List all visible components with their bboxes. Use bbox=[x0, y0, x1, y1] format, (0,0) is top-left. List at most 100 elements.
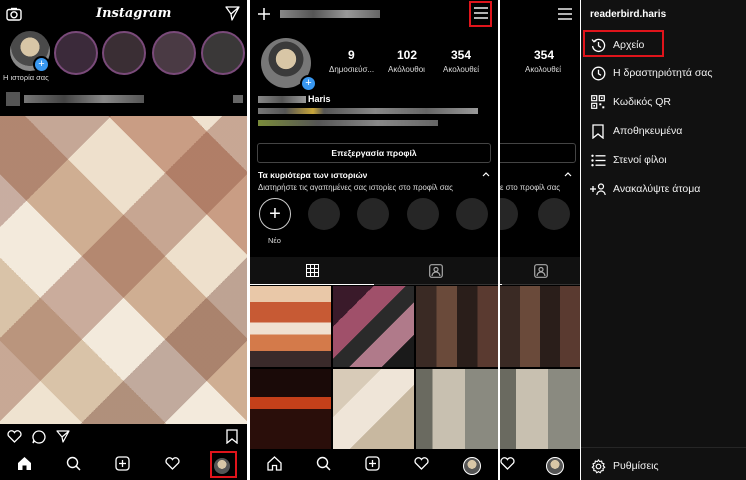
profile-tab-avatar[interactable] bbox=[463, 457, 481, 475]
menu-item-close-friends[interactable]: Στενοί φίλοι bbox=[581, 149, 746, 171]
username-blurred[interactable] bbox=[280, 10, 380, 18]
tab-tagged[interactable] bbox=[502, 257, 580, 285]
posts-label: Δημοσιεύσ... bbox=[329, 65, 375, 74]
grid-post[interactable] bbox=[250, 286, 331, 367]
menu-drawer: readerbird.haris Αρχείο Η δραστηριότητά … bbox=[581, 0, 746, 480]
plus-icon[interactable] bbox=[257, 7, 271, 21]
highlight-menu-button bbox=[469, 1, 492, 27]
grid-post[interactable] bbox=[500, 369, 580, 449]
chevron-up-icon[interactable] bbox=[564, 171, 572, 177]
bottom-nav-partial bbox=[500, 451, 580, 480]
highlights-title: Τα κυριότερα των ιστοριών bbox=[258, 170, 368, 180]
feed-panel: Instagram + Η ιστορία σας bbox=[0, 0, 247, 480]
story-ring[interactable] bbox=[152, 31, 196, 75]
settings-label: Ρυθμίσεις bbox=[613, 460, 659, 472]
edit-profile-button-partial[interactable] bbox=[500, 143, 576, 163]
app-title: Instagram bbox=[96, 6, 172, 21]
story-ring[interactable] bbox=[102, 31, 146, 75]
post-image[interactable] bbox=[0, 116, 247, 424]
highlight-placeholder bbox=[407, 198, 439, 230]
bottom-nav bbox=[250, 451, 498, 480]
bookmark-icon bbox=[589, 122, 607, 140]
grid-post[interactable] bbox=[333, 369, 414, 449]
activity-icon bbox=[589, 64, 607, 82]
bio-blurred bbox=[258, 108, 478, 114]
grid-post[interactable] bbox=[416, 369, 498, 449]
following-count: 354 bbox=[534, 48, 555, 62]
highlight-archive-item bbox=[583, 30, 664, 57]
tab-grid[interactable] bbox=[250, 257, 374, 285]
add-story-plus-icon: + bbox=[33, 56, 50, 73]
tagged-user-icon bbox=[534, 263, 548, 278]
add-post-icon[interactable] bbox=[115, 456, 131, 476]
activity-heart-icon[interactable] bbox=[414, 457, 429, 475]
search-icon[interactable] bbox=[316, 456, 331, 476]
profile-panel: + 9 Δημοσιεύσ... 102 Ακόλουθοι 354 Ακολο… bbox=[250, 0, 498, 480]
highlight-placeholder bbox=[538, 198, 570, 230]
grid-icon bbox=[305, 264, 319, 277]
highlight-placeholder bbox=[357, 198, 389, 230]
highlights-subtitle: Διατηρήστε τις αγαπημένες σας ιστορίες σ… bbox=[258, 183, 453, 192]
grid-post[interactable] bbox=[333, 286, 414, 367]
share-icon[interactable] bbox=[56, 430, 70, 443]
highlights-subtitle-partial: ε στο προφίλ σας bbox=[500, 183, 561, 192]
menu-item-saved[interactable]: Αποθηκευμένα bbox=[581, 120, 746, 142]
story-ring[interactable] bbox=[54, 31, 98, 75]
menu-item-label: Ανακαλύψτε άτομα bbox=[613, 183, 701, 195]
grid-post[interactable] bbox=[250, 369, 331, 449]
highlight-profile-tab bbox=[210, 451, 237, 478]
post-username-blurred[interactable] bbox=[24, 95, 144, 103]
close-friends-icon bbox=[589, 151, 607, 169]
home-icon[interactable] bbox=[17, 456, 32, 476]
tagged-user-icon bbox=[429, 263, 443, 278]
home-icon[interactable] bbox=[267, 456, 282, 476]
profile-tab-avatar[interactable] bbox=[546, 457, 565, 475]
followers-label: Ακόλουθοι bbox=[388, 65, 425, 74]
post-avatar[interactable] bbox=[6, 92, 20, 106]
posts-count: 9 bbox=[348, 48, 355, 62]
plus-icon: + bbox=[259, 198, 291, 230]
menu-item-label: Στενοί φίλοι bbox=[613, 154, 667, 166]
following-label: Ακολουθεί bbox=[525, 65, 562, 74]
menu-item-discover-people[interactable]: Ανακαλύψτε άτομα bbox=[581, 178, 746, 200]
highlight-placeholder bbox=[500, 198, 518, 230]
new-highlight-label: Νέο bbox=[268, 236, 281, 245]
following-label: Ακολουθεί bbox=[443, 65, 480, 74]
search-icon[interactable] bbox=[66, 456, 81, 476]
save-bookmark-icon[interactable] bbox=[226, 429, 238, 444]
menu-item-label: Η δραστηριότητά σας bbox=[613, 67, 713, 79]
activity-heart-icon[interactable] bbox=[165, 457, 180, 475]
menu-item-label: Αποθηκευμένα bbox=[613, 125, 683, 137]
bio-link-blurred[interactable] bbox=[258, 120, 438, 126]
discover-people-icon bbox=[589, 180, 607, 198]
highlight-placeholder bbox=[308, 198, 340, 230]
menu-item-settings[interactable]: Ρυθμίσεις bbox=[581, 455, 746, 477]
name-blurred bbox=[258, 96, 306, 103]
menu-item-activity[interactable]: Η δραστηριότητά σας bbox=[581, 62, 746, 84]
grid-post[interactable] bbox=[500, 286, 580, 367]
divider bbox=[581, 447, 746, 448]
profile-peek-panel: 354 Ακολουθεί ε στο προφίλ σας bbox=[500, 0, 580, 480]
grid-post[interactable] bbox=[416, 286, 498, 367]
chevron-up-icon[interactable] bbox=[482, 171, 490, 177]
activity-heart-icon[interactable] bbox=[500, 457, 515, 475]
camera-icon[interactable] bbox=[6, 7, 22, 21]
menu-item-label: Κωδικός QR bbox=[613, 96, 671, 108]
add-story-plus-icon[interactable]: + bbox=[300, 75, 317, 92]
menu-hamburger-icon[interactable] bbox=[558, 8, 572, 20]
profile-name: Haris bbox=[308, 94, 331, 104]
your-story-label: Η ιστορία σας bbox=[3, 73, 49, 82]
drawer-username: readerbird.haris bbox=[590, 9, 667, 20]
highlight-placeholder bbox=[456, 198, 488, 230]
tab-tagged[interactable] bbox=[374, 257, 498, 285]
like-heart-icon[interactable] bbox=[7, 430, 22, 443]
more-options-icon[interactable] bbox=[233, 95, 243, 103]
story-ring[interactable] bbox=[201, 31, 245, 75]
comment-icon[interactable] bbox=[32, 430, 46, 444]
edit-profile-button[interactable]: Επεξεργασία προφίλ bbox=[257, 143, 491, 163]
direct-message-icon[interactable] bbox=[225, 6, 240, 21]
menu-item-qr-code[interactable]: Κωδικός QR bbox=[581, 91, 746, 113]
add-post-icon[interactable] bbox=[365, 456, 380, 476]
edit-profile-label: Επεξεργασία προφίλ bbox=[331, 148, 417, 158]
qr-code-icon bbox=[589, 93, 607, 111]
